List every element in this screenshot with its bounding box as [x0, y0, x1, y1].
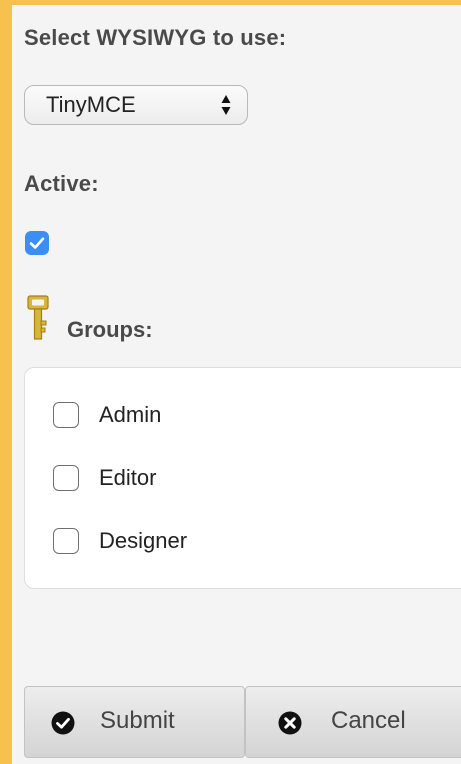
group-checkbox-admin[interactable] [53, 402, 79, 428]
cancel-button-label: Cancel [331, 707, 406, 734]
close-circle-icon [278, 711, 302, 735]
key-icon [27, 295, 49, 340]
group-checkbox-editor[interactable] [53, 465, 79, 491]
check-circle-icon [51, 711, 75, 735]
submit-button[interactable]: Submit [24, 686, 245, 758]
settings-panel: Select WYSIWYG to use: TinyMCE Active: G… [12, 5, 461, 764]
group-label-editor: Editor [99, 465, 157, 490]
group-item-editor[interactable]: Editor [53, 461, 353, 495]
group-item-designer[interactable]: Designer [53, 524, 353, 558]
wysiwyg-label: Select WYSIWYG to use: [24, 25, 287, 50]
wysiwyg-select[interactable]: TinyMCE [24, 85, 248, 125]
group-checkbox-designer[interactable] [53, 528, 79, 554]
groups-label: Groups: [67, 317, 153, 342]
active-checkbox[interactable] [25, 231, 49, 255]
group-item-admin[interactable]: Admin [53, 398, 353, 432]
active-label: Active: [24, 171, 99, 196]
select-arrows-icon [221, 95, 231, 115]
groups-list: Admin Editor Designer [24, 367, 461, 589]
wysiwyg-select-value: TinyMCE [46, 92, 136, 117]
group-label-admin: Admin [99, 402, 162, 427]
cancel-button[interactable]: Cancel [245, 686, 461, 758]
checkmark-icon [29, 237, 45, 249]
group-label-designer: Designer [99, 528, 188, 553]
submit-button-label: Submit [100, 707, 175, 734]
